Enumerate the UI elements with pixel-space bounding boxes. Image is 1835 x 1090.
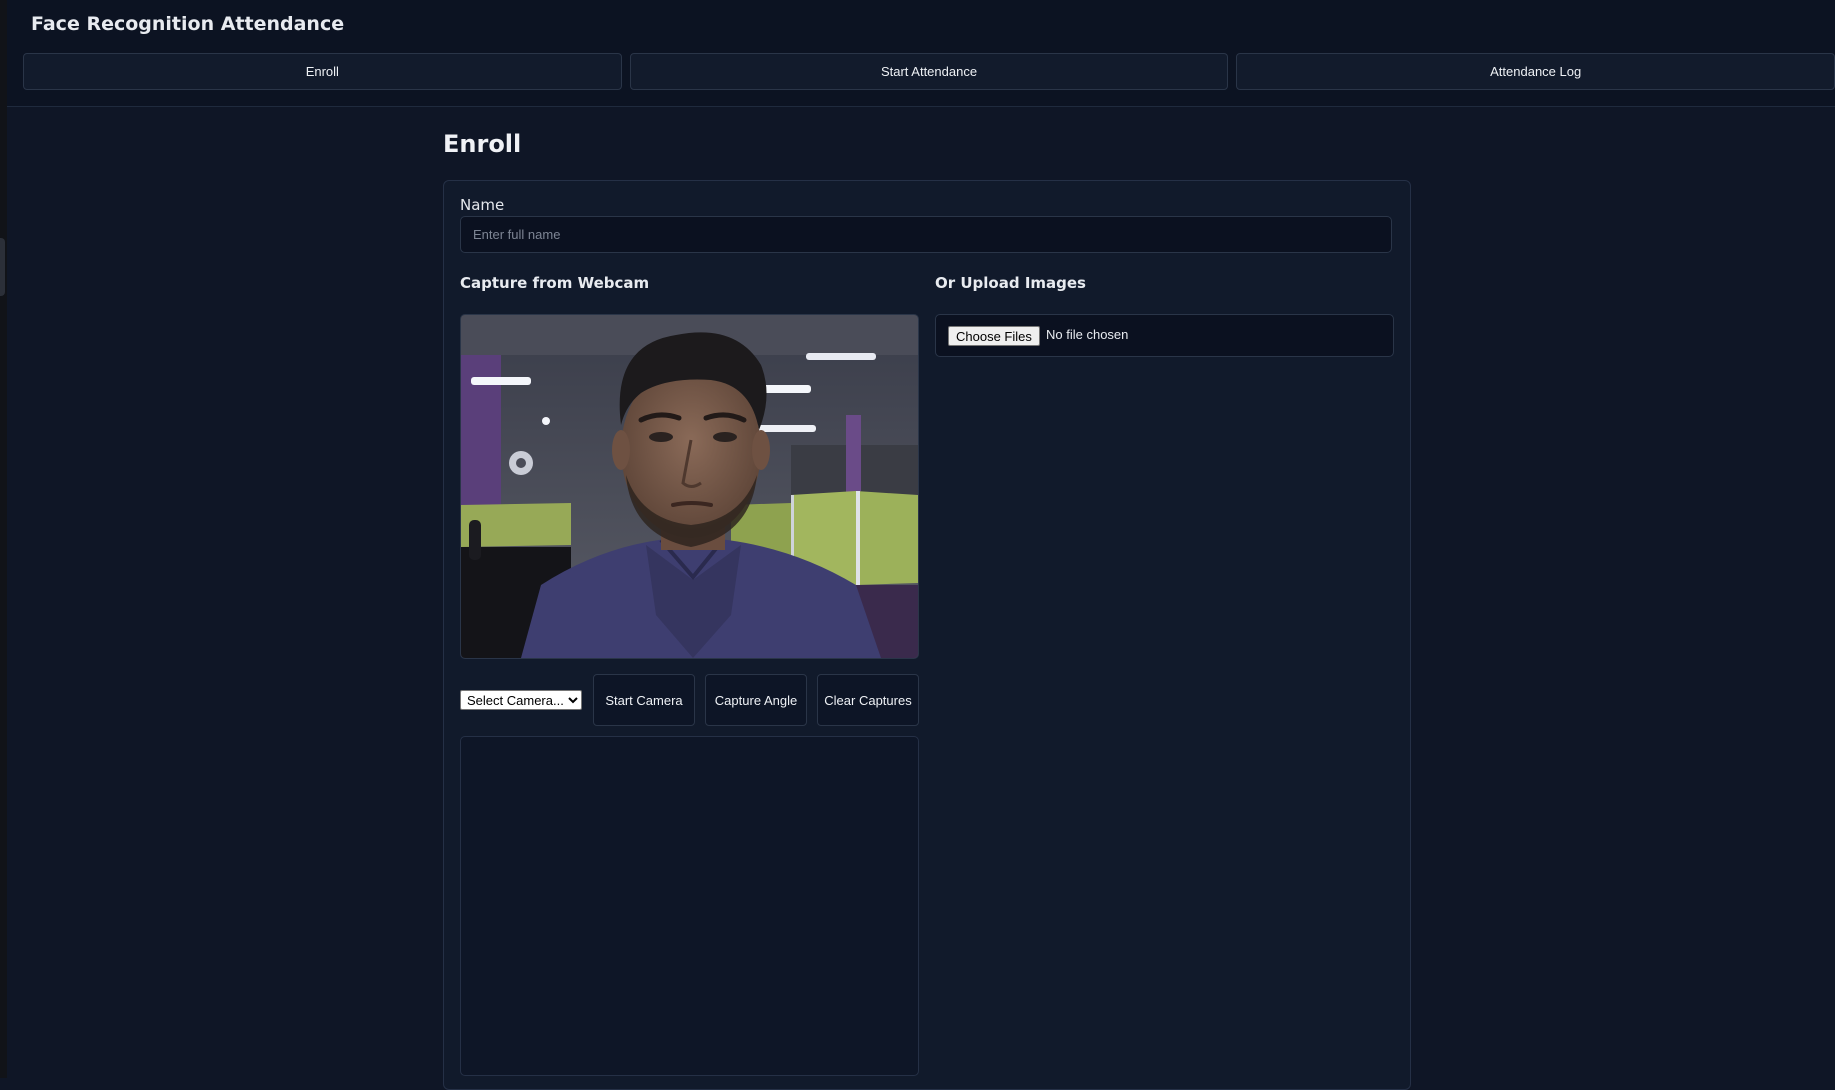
app-header: Face Recognition Attendance Enroll Start… (7, 0, 1835, 107)
side-handle[interactable] (0, 238, 5, 296)
window-edge (0, 0, 7, 1078)
webcam-section-title: Capture from Webcam (460, 274, 650, 292)
main-nav: Enroll Start Attendance Attendance Log (23, 53, 1835, 90)
name-input[interactable] (460, 216, 1392, 253)
name-label: Name (460, 196, 505, 214)
page-title: Enroll (443, 130, 522, 158)
tab-attendance-log[interactable]: Attendance Log (1236, 53, 1835, 90)
file-upload-field[interactable]: Choose Files No file chosen (935, 314, 1394, 357)
choose-files-button[interactable]: Choose Files (948, 326, 1040, 346)
upload-section-title: Or Upload Images (935, 274, 1086, 292)
file-status-text: No file chosen (1046, 327, 1129, 342)
start-camera-button[interactable]: Start Camera (593, 674, 695, 726)
captures-gallery (460, 736, 919, 1076)
enroll-card: Name Capture from Webcam Or Upload Image… (443, 180, 1411, 1090)
webcam-feed-image (461, 315, 918, 658)
clear-captures-button[interactable]: Clear Captures (817, 674, 919, 726)
app-title: Face Recognition Attendance (31, 13, 345, 35)
tab-start-attendance[interactable]: Start Attendance (629, 53, 1229, 90)
webcam-controls: Select Camera... Start Camera Capture An… (460, 674, 919, 726)
tab-enroll[interactable]: Enroll (23, 53, 622, 90)
webcam-video (460, 314, 919, 659)
app-root: Face Recognition Attendance Enroll Start… (7, 0, 1835, 1090)
capture-angle-button[interactable]: Capture Angle (705, 674, 807, 726)
camera-select[interactable]: Select Camera... (460, 690, 582, 710)
